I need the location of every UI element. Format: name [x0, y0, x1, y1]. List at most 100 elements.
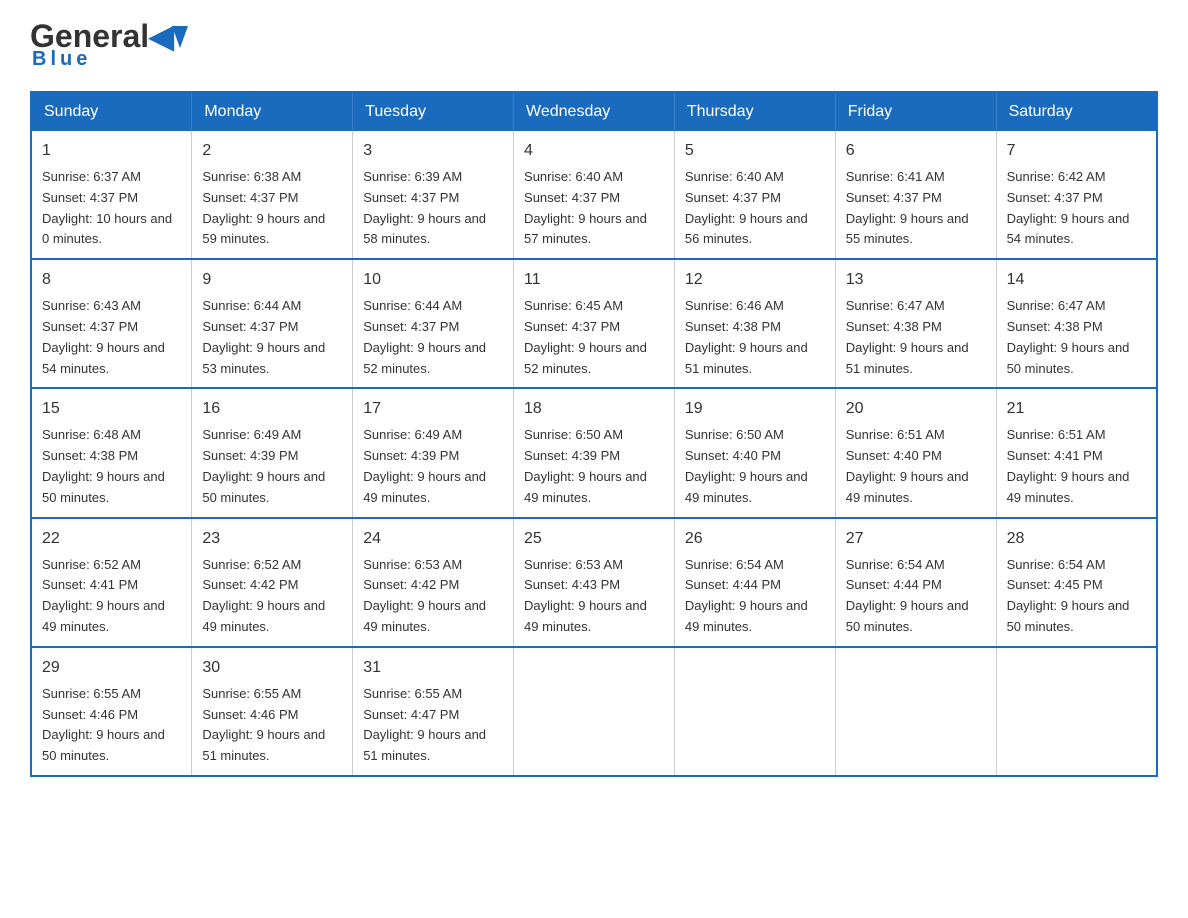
calendar-table: SundayMondayTuesdayWednesdayThursdayFrid…	[30, 91, 1158, 777]
day-number: 29	[42, 656, 181, 680]
calendar-cell: 13Sunrise: 6:47 AMSunset: 4:38 PMDayligh…	[835, 259, 996, 388]
day-info: Sunrise: 6:48 AMSunset: 4:38 PMDaylight:…	[42, 427, 165, 504]
calendar-cell	[835, 647, 996, 776]
calendar-week-4: 22 Sunrise: 6:52 AMSunset: 4:41 PMDayligh…	[31, 518, 1157, 647]
logo-arrow-svg	[172, 26, 188, 48]
calendar-cell: 25 Sunrise: 6:53 AMSunset: 4:43 PMDayligh…	[514, 518, 675, 647]
day-info: Sunrise: 6:49 AMSunset: 4:39 PMDaylight:…	[363, 427, 486, 504]
calendar-cell	[996, 647, 1157, 776]
day-info: Sunrise: 6:46 AMSunset: 4:38 PMDaylight:…	[685, 298, 808, 375]
page-header: General◀ Blue	[30, 20, 1158, 71]
calendar-cell: 15 Sunrise: 6:48 AMSunset: 4:38 PMDayligh…	[31, 388, 192, 517]
day-info: Sunrise: 6:39 AMSunset: 4:37 PMDaylight:…	[363, 169, 486, 246]
day-info: Sunrise: 6:55 AMSunset: 4:46 PMDaylight:…	[42, 686, 165, 763]
calendar-cell	[514, 647, 675, 776]
day-number: 31	[363, 656, 503, 680]
day-info: Sunrise: 6:54 AMSunset: 4:44 PMDaylight:…	[685, 557, 808, 634]
calendar-cell: 22 Sunrise: 6:52 AMSunset: 4:41 PMDayligh…	[31, 518, 192, 647]
day-header-tuesday: Tuesday	[353, 92, 514, 131]
day-info: Sunrise: 6:38 AMSunset: 4:37 PMDaylight:…	[202, 169, 325, 246]
calendar-cell: 16 Sunrise: 6:49 AMSunset: 4:39 PMDayligh…	[192, 388, 353, 517]
day-number: 16	[202, 397, 342, 421]
calendar-cell: 20 Sunrise: 6:51 AMSunset: 4:40 PMDayligh…	[835, 388, 996, 517]
calendar-cell: 6Sunrise: 6:41 AMSunset: 4:37 PMDaylight…	[835, 131, 996, 259]
day-info: Sunrise: 6:49 AMSunset: 4:39 PMDaylight:…	[202, 427, 325, 504]
calendar-cell: 26 Sunrise: 6:54 AMSunset: 4:44 PMDayligh…	[674, 518, 835, 647]
day-info: Sunrise: 6:44 AMSunset: 4:37 PMDaylight:…	[363, 298, 486, 375]
calendar-week-2: 8 Sunrise: 6:43 AMSunset: 4:37 PMDaylight…	[31, 259, 1157, 388]
day-info: Sunrise: 6:50 AMSunset: 4:39 PMDaylight:…	[524, 427, 647, 504]
day-info: Sunrise: 6:40 AMSunset: 4:37 PMDaylight:…	[685, 169, 808, 246]
day-number: 3	[363, 139, 503, 163]
day-info: Sunrise: 6:44 AMSunset: 4:37 PMDaylight:…	[202, 298, 325, 375]
day-header-friday: Friday	[835, 92, 996, 131]
calendar-cell: 10Sunrise: 6:44 AMSunset: 4:37 PMDayligh…	[353, 259, 514, 388]
calendar-cell: 29 Sunrise: 6:55 AMSunset: 4:46 PMDayligh…	[31, 647, 192, 776]
calendar-cell: 2 Sunrise: 6:38 AMSunset: 4:37 PMDaylight…	[192, 131, 353, 259]
day-number: 12	[685, 268, 825, 292]
day-number: 1	[42, 139, 181, 163]
day-header-sunday: Sunday	[31, 92, 192, 131]
day-header-saturday: Saturday	[996, 92, 1157, 131]
logo: General◀ Blue	[30, 20, 188, 71]
day-number: 17	[363, 397, 503, 421]
calendar-cell: 5Sunrise: 6:40 AMSunset: 4:37 PMDaylight…	[674, 131, 835, 259]
calendar-cell: 4Sunrise: 6:40 AMSunset: 4:37 PMDaylight…	[514, 131, 675, 259]
calendar-cell: 24 Sunrise: 6:53 AMSunset: 4:42 PMDayligh…	[353, 518, 514, 647]
day-number: 15	[42, 397, 181, 421]
calendar-cell: 21 Sunrise: 6:51 AMSunset: 4:41 PMDayligh…	[996, 388, 1157, 517]
day-info: Sunrise: 6:41 AMSunset: 4:37 PMDaylight:…	[846, 169, 969, 246]
day-header-thursday: Thursday	[674, 92, 835, 131]
day-number: 8	[42, 268, 181, 292]
day-number: 7	[1007, 139, 1146, 163]
day-info: Sunrise: 6:51 AMSunset: 4:40 PMDaylight:…	[846, 427, 969, 504]
day-info: Sunrise: 6:54 AMSunset: 4:44 PMDaylight:…	[846, 557, 969, 634]
day-number: 11	[524, 268, 664, 292]
day-number: 4	[524, 139, 664, 163]
day-info: Sunrise: 6:53 AMSunset: 4:42 PMDaylight:…	[363, 557, 486, 634]
day-number: 30	[202, 656, 342, 680]
calendar-cell: 30 Sunrise: 6:55 AMSunset: 4:46 PMDayligh…	[192, 647, 353, 776]
logo-triangle-area: ◀	[149, 20, 188, 52]
day-number: 18	[524, 397, 664, 421]
day-info: Sunrise: 6:43 AMSunset: 4:37 PMDaylight:…	[42, 298, 165, 375]
day-number: 24	[363, 527, 503, 551]
header-row: SundayMondayTuesdayWednesdayThursdayFrid…	[31, 92, 1157, 131]
day-number: 26	[685, 527, 825, 551]
calendar-week-3: 15 Sunrise: 6:48 AMSunset: 4:38 PMDayligh…	[31, 388, 1157, 517]
day-info: Sunrise: 6:37 AMSunset: 4:37 PMDaylight:…	[42, 169, 172, 246]
day-info: Sunrise: 6:55 AMSunset: 4:46 PMDaylight:…	[202, 686, 325, 763]
calendar-cell: 17 Sunrise: 6:49 AMSunset: 4:39 PMDayligh…	[353, 388, 514, 517]
day-info: Sunrise: 6:53 AMSunset: 4:43 PMDaylight:…	[524, 557, 647, 634]
day-info: Sunrise: 6:47 AMSunset: 4:38 PMDaylight:…	[846, 298, 969, 375]
calendar-cell: 8 Sunrise: 6:43 AMSunset: 4:37 PMDaylight…	[31, 259, 192, 388]
day-number: 28	[1007, 527, 1146, 551]
calendar-cell: 18 Sunrise: 6:50 AMSunset: 4:39 PMDayligh…	[514, 388, 675, 517]
day-info: Sunrise: 6:52 AMSunset: 4:41 PMDaylight:…	[42, 557, 165, 634]
calendar-cell: 23Sunrise: 6:52 AMSunset: 4:42 PMDayligh…	[192, 518, 353, 647]
day-info: Sunrise: 6:47 AMSunset: 4:38 PMDaylight:…	[1007, 298, 1130, 375]
calendar-cell: 11Sunrise: 6:45 AMSunset: 4:37 PMDayligh…	[514, 259, 675, 388]
calendar-week-5: 29 Sunrise: 6:55 AMSunset: 4:46 PMDayligh…	[31, 647, 1157, 776]
day-info: Sunrise: 6:42 AMSunset: 4:37 PMDaylight:…	[1007, 169, 1130, 246]
day-number: 19	[685, 397, 825, 421]
calendar-cell: 7 Sunrise: 6:42 AMSunset: 4:37 PMDaylight…	[996, 131, 1157, 259]
day-number: 22	[42, 527, 181, 551]
day-header-wednesday: Wednesday	[514, 92, 675, 131]
day-number: 20	[846, 397, 986, 421]
day-number: 9	[202, 268, 342, 292]
day-number: 21	[1007, 397, 1146, 421]
calendar-cell: 31Sunrise: 6:55 AMSunset: 4:47 PMDayligh…	[353, 647, 514, 776]
day-info: Sunrise: 6:50 AMSunset: 4:40 PMDaylight:…	[685, 427, 808, 504]
calendar-cell: 3 Sunrise: 6:39 AMSunset: 4:37 PMDaylight…	[353, 131, 514, 259]
calendar-cell: 9 Sunrise: 6:44 AMSunset: 4:37 PMDaylight…	[192, 259, 353, 388]
calendar-cell: 27Sunrise: 6:54 AMSunset: 4:44 PMDayligh…	[835, 518, 996, 647]
calendar-cell: 19 Sunrise: 6:50 AMSunset: 4:40 PMDayligh…	[674, 388, 835, 517]
calendar-week-1: 1 Sunrise: 6:37 AMSunset: 4:37 PMDaylight…	[31, 131, 1157, 259]
calendar-cell: 14Sunrise: 6:47 AMSunset: 4:38 PMDayligh…	[996, 259, 1157, 388]
calendar-cell: 1 Sunrise: 6:37 AMSunset: 4:37 PMDaylight…	[31, 131, 192, 259]
day-info: Sunrise: 6:51 AMSunset: 4:41 PMDaylight:…	[1007, 427, 1130, 504]
day-number: 2	[202, 139, 342, 163]
calendar-cell	[674, 647, 835, 776]
day-number: 25	[524, 527, 664, 551]
